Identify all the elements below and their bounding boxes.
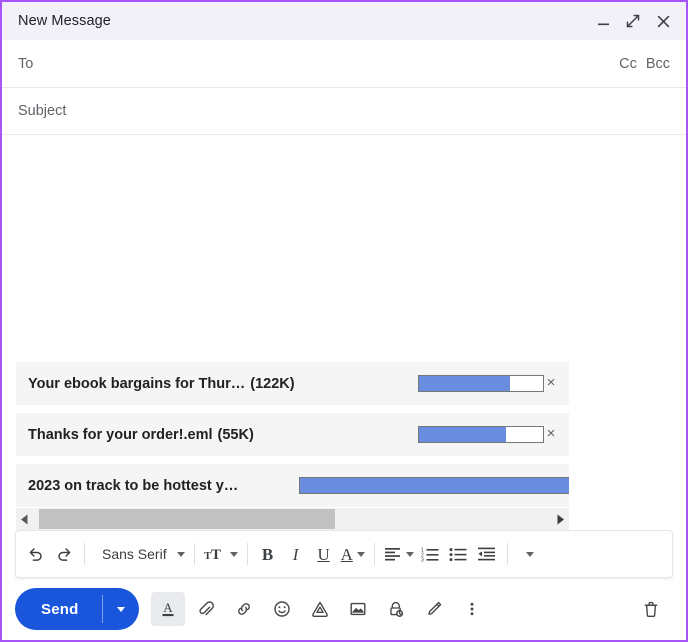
page-title: New Message bbox=[18, 13, 111, 29]
attachment-row[interactable]: Your ebook bargains for Thur… (122K) × bbox=[16, 362, 569, 406]
attachment-name: Thanks for your order!.eml bbox=[28, 426, 213, 443]
insert-emoji-icon[interactable] bbox=[265, 592, 299, 626]
attachment-row[interactable]: 2023 on track to be hottest y… bbox=[16, 464, 569, 508]
toolbar-divider bbox=[506, 543, 508, 565]
chevron-down-icon bbox=[229, 551, 238, 557]
bcc-button[interactable]: Bcc bbox=[646, 56, 670, 72]
scrollbar-track[interactable] bbox=[33, 508, 552, 530]
italic-button[interactable]: I bbox=[282, 539, 310, 569]
compose-header: New Message bbox=[2, 2, 686, 40]
compose-window: New Message To Cc Bcc Subject Your ebook… bbox=[0, 0, 688, 642]
scrollbar-thumb[interactable] bbox=[39, 509, 335, 529]
cc-button[interactable]: Cc bbox=[619, 56, 637, 72]
svg-text:A: A bbox=[164, 600, 174, 615]
subject-input[interactable]: Subject bbox=[18, 103, 670, 119]
insert-link-icon[interactable] bbox=[227, 592, 261, 626]
close-icon[interactable] bbox=[654, 12, 672, 30]
attachment-spacer bbox=[16, 406, 569, 413]
attachment-size: (55K) bbox=[217, 426, 254, 443]
upload-progress-bar bbox=[418, 426, 544, 443]
underline-button[interactable]: U bbox=[310, 539, 338, 569]
svg-text:3: 3 bbox=[421, 557, 424, 562]
more-formatting-button[interactable] bbox=[514, 539, 542, 569]
attachment-name: Your ebook bargains for Thur… bbox=[28, 375, 246, 392]
attachment-name: 2023 on track to be hottest y… bbox=[28, 477, 239, 494]
body-input[interactable] bbox=[2, 135, 686, 169]
attachment-row[interactable]: Thanks for your order!.eml (55K) × bbox=[16, 413, 569, 457]
text-color-icon: A bbox=[340, 544, 353, 564]
confidential-mode-icon[interactable] bbox=[379, 592, 413, 626]
insert-photo-icon[interactable] bbox=[341, 592, 375, 626]
undo-icon[interactable] bbox=[22, 539, 50, 569]
send-button-group: Send bbox=[15, 588, 140, 630]
toolbar-divider bbox=[246, 543, 248, 565]
insert-drive-file-icon[interactable] bbox=[303, 592, 337, 626]
attachment-list: Your ebook bargains for Thur… (122K) × T… bbox=[16, 362, 569, 530]
window-controls bbox=[594, 12, 672, 30]
bulleted-list-button[interactable] bbox=[445, 539, 473, 569]
expand-icon[interactable] bbox=[624, 12, 642, 30]
upload-progress-bar bbox=[299, 477, 569, 494]
font-family-value: Sans Serif bbox=[102, 546, 167, 562]
formatting-toolbar: Sans Serif T T B I U A 1 2 3 bbox=[15, 530, 673, 578]
align-button[interactable] bbox=[381, 539, 417, 569]
compose-action-bar: Send A bbox=[2, 578, 686, 640]
send-options-button[interactable] bbox=[103, 588, 139, 630]
attachment-spacer bbox=[16, 457, 569, 464]
toolbar-divider bbox=[193, 543, 195, 565]
send-button-label: Send bbox=[41, 600, 79, 618]
insert-signature-icon[interactable] bbox=[417, 592, 451, 626]
bold-button[interactable]: B bbox=[254, 539, 282, 569]
chevron-down-icon bbox=[405, 551, 414, 557]
send-button[interactable]: Send bbox=[15, 588, 102, 630]
toolbar-divider bbox=[373, 543, 375, 565]
chevron-down-icon bbox=[356, 551, 365, 557]
text-color-button[interactable]: A bbox=[338, 539, 368, 569]
subject-row[interactable]: Subject bbox=[2, 88, 686, 135]
svg-text:T: T bbox=[211, 547, 221, 562]
chevron-down-icon bbox=[117, 606, 126, 612]
numbered-list-button[interactable]: 1 2 3 bbox=[417, 539, 445, 569]
redo-icon[interactable] bbox=[50, 539, 78, 569]
attach-file-icon[interactable] bbox=[189, 592, 223, 626]
formatting-options-button[interactable]: A bbox=[151, 592, 186, 626]
underline-icon: U bbox=[317, 544, 330, 564]
to-input[interactable]: To bbox=[18, 56, 619, 72]
cc-bcc-group: Cc Bcc bbox=[619, 56, 670, 72]
bold-icon: B bbox=[261, 544, 274, 564]
upload-progress-bar bbox=[418, 375, 544, 392]
attachment-size: (122K) bbox=[250, 375, 295, 392]
chevron-down-icon bbox=[176, 551, 185, 557]
italic-icon: I bbox=[292, 544, 299, 564]
remove-attachment-icon[interactable]: × bbox=[543, 426, 559, 442]
scroll-right-arrow-icon[interactable] bbox=[552, 508, 569, 530]
discard-draft-icon[interactable] bbox=[634, 592, 668, 626]
more-options-icon[interactable] bbox=[455, 592, 489, 626]
chevron-down-icon bbox=[525, 551, 534, 557]
message-body[interactable]: Your ebook bargains for Thur… (122K) × T… bbox=[2, 135, 686, 530]
minimize-icon[interactable] bbox=[594, 12, 612, 30]
font-family-select[interactable]: Sans Serif bbox=[91, 539, 188, 569]
indent-less-button[interactable] bbox=[473, 539, 501, 569]
scroll-left-arrow-icon[interactable] bbox=[16, 508, 33, 530]
toolbar-divider bbox=[84, 543, 85, 565]
to-row[interactable]: To Cc Bcc bbox=[2, 40, 686, 88]
font-size-button[interactable]: T T bbox=[201, 539, 241, 569]
attachment-scrollbar[interactable] bbox=[16, 508, 569, 530]
remove-attachment-icon[interactable]: × bbox=[543, 375, 559, 391]
